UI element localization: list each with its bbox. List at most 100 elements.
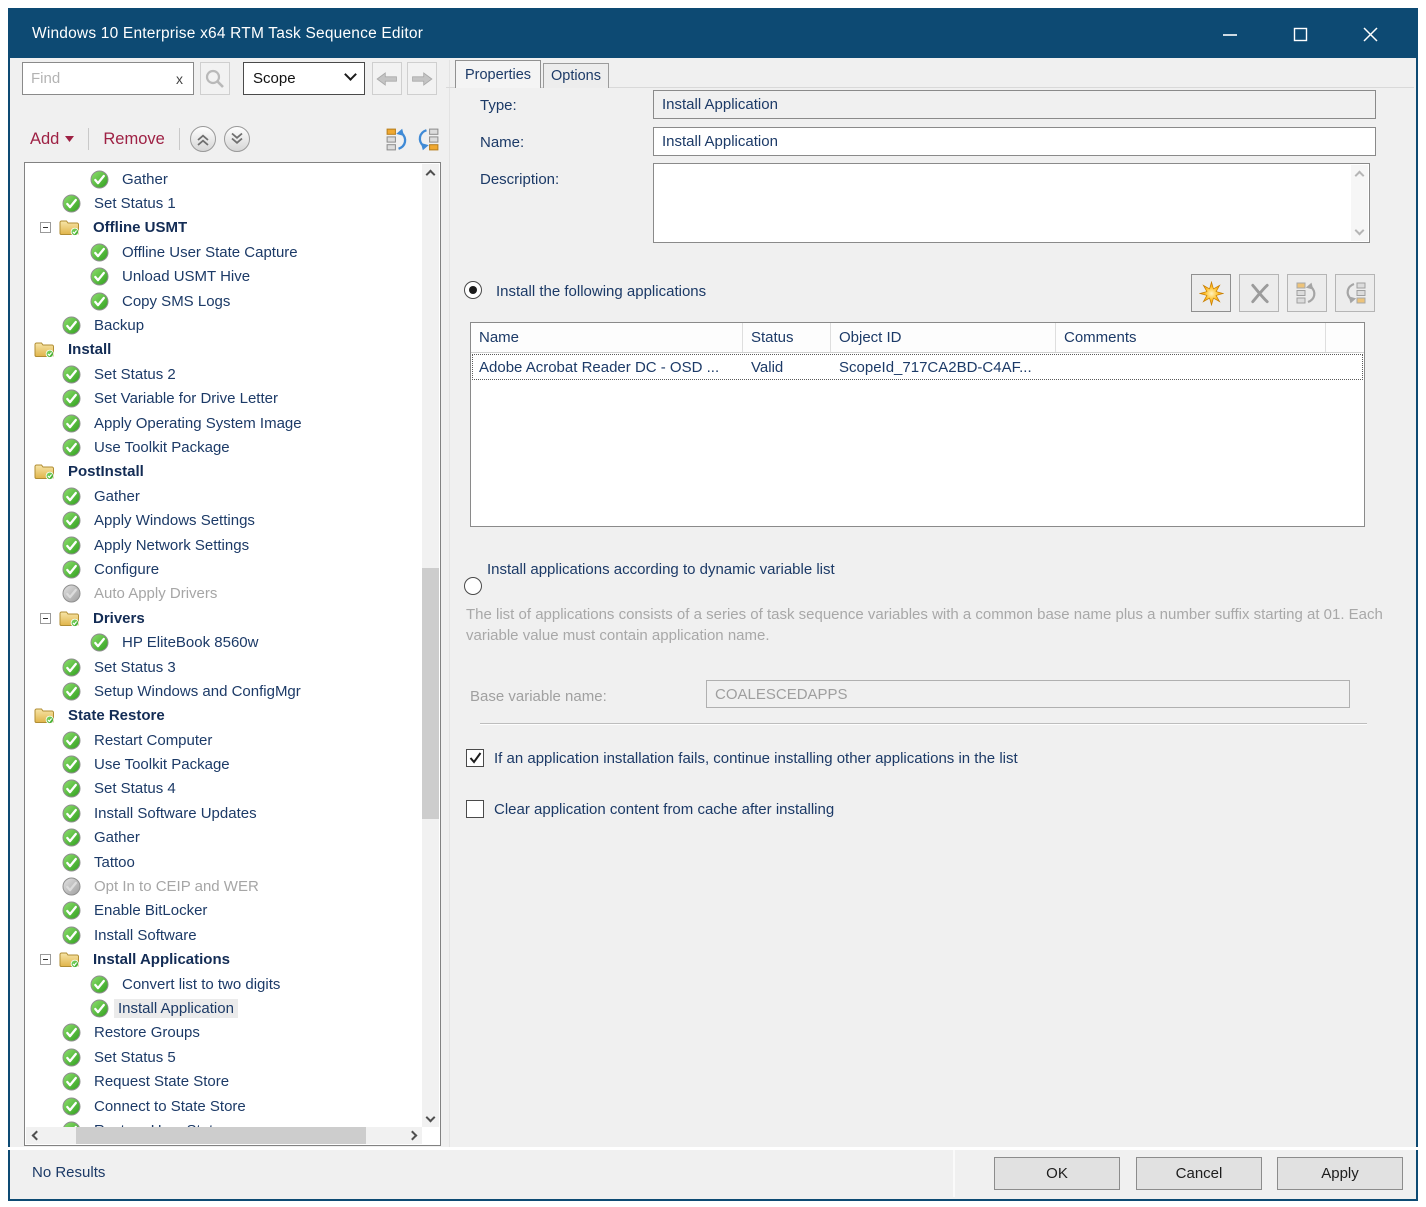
- delete-application-button[interactable]: [1239, 274, 1279, 312]
- tree-item[interactable]: State Restore: [26, 704, 422, 728]
- tree-item[interactable]: Restore Groups: [26, 1021, 422, 1045]
- name-input[interactable]: Install Application: [653, 127, 1376, 156]
- tree-item[interactable]: Set Status 2: [26, 362, 422, 386]
- checkbox-clear-cache[interactable]: [466, 800, 484, 818]
- maximize-button[interactable]: [1280, 17, 1320, 51]
- description-textarea[interactable]: [653, 163, 1370, 243]
- tree-item[interactable]: HP EliteBook 8560w: [26, 630, 422, 654]
- tree-item[interactable]: Install: [26, 338, 422, 362]
- tree-item[interactable]: Backup: [26, 313, 422, 337]
- application-row[interactable]: Adobe Acrobat Reader DC - OSD ...ValidSc…: [472, 354, 1363, 380]
- folder-check-icon: [34, 463, 55, 480]
- tree-item[interactable]: Convert list to two digits: [26, 972, 422, 996]
- tree-item[interactable]: Copy SMS Logs: [26, 289, 422, 313]
- tree-item[interactable]: Unload USMT Hive: [26, 265, 422, 289]
- tree-item[interactable]: Request State Store: [26, 1069, 422, 1093]
- move-step-down-button[interactable]: [412, 124, 442, 154]
- tree-item[interactable]: Opt In to CEIP and WER: [26, 874, 422, 898]
- move-up-icon: [384, 126, 411, 153]
- folder-check-icon: [59, 219, 80, 236]
- cancel-button[interactable]: Cancel: [1136, 1157, 1262, 1190]
- tree-item[interactable]: Drivers: [26, 606, 422, 630]
- scroll-up-arrow[interactable]: [422, 164, 439, 181]
- check-circle-icon: [62, 1072, 81, 1091]
- tree-item[interactable]: Set Variable for Drive Letter: [26, 387, 422, 411]
- scroll-left-arrow[interactable]: [26, 1127, 43, 1144]
- column-header-name[interactable]: Name: [471, 323, 743, 352]
- tree-item[interactable]: PostInstall: [26, 460, 422, 484]
- find-next-button[interactable]: [407, 62, 437, 95]
- minimize-button[interactable]: [1210, 17, 1250, 51]
- radio-install-applications[interactable]: [464, 281, 482, 299]
- tree-item[interactable]: Set Status 1: [26, 191, 422, 215]
- scope-selected-value: Scope: [253, 70, 296, 87]
- tree-expander-minus[interactable]: [40, 613, 51, 624]
- tree-item[interactable]: Gather: [26, 826, 422, 850]
- tree-item[interactable]: Install Software Updates: [26, 801, 422, 825]
- type-field[interactable]: Install Application: [653, 90, 1376, 119]
- scroll-down-arrow[interactable]: [1355, 226, 1365, 236]
- search-button[interactable]: [200, 62, 230, 95]
- column-header-object-id[interactable]: Object ID: [831, 323, 1056, 352]
- tree-item[interactable]: Gather: [26, 167, 422, 191]
- remove-button[interactable]: Remove: [95, 130, 172, 149]
- tree-item[interactable]: Apply Operating System Image: [26, 411, 422, 435]
- tree-horizontal-scrollbar[interactable]: [26, 1127, 422, 1144]
- apply-button[interactable]: Apply: [1277, 1157, 1403, 1190]
- new-application-button[interactable]: [1191, 274, 1231, 312]
- ok-button[interactable]: OK: [994, 1157, 1120, 1190]
- tree-item[interactable]: Enable BitLocker: [26, 899, 422, 923]
- application-move-up-button[interactable]: [1287, 274, 1327, 312]
- tree-item[interactable]: Apply Windows Settings: [26, 508, 422, 532]
- scroll-right-arrow[interactable]: [405, 1127, 422, 1144]
- tree-item[interactable]: Install Applications: [26, 948, 422, 972]
- tree-item[interactable]: Install Software: [26, 923, 422, 947]
- base-variable-name-input[interactable]: COALESCEDAPPS: [706, 680, 1350, 708]
- check-circle-icon: [62, 389, 81, 408]
- clear-search-button[interactable]: x: [174, 71, 185, 87]
- tree-item[interactable]: Auto Apply Drivers: [26, 582, 422, 606]
- tree-item[interactable]: Configure: [26, 557, 422, 581]
- scroll-down-arrow[interactable]: [422, 1110, 439, 1127]
- expand-all-button[interactable]: [223, 125, 251, 153]
- collapse-all-button[interactable]: [189, 125, 217, 153]
- tree-item[interactable]: Offline User State Capture: [26, 240, 422, 264]
- tree-item[interactable]: Use Toolkit Package: [26, 752, 422, 776]
- move-step-up-button[interactable]: [382, 124, 412, 154]
- scope-select[interactable]: Scope: [243, 62, 365, 95]
- tree-vertical-scrollbar[interactable]: [422, 164, 439, 1127]
- check-circle-icon: [62, 755, 81, 774]
- tree-expander-minus[interactable]: [40, 954, 51, 965]
- tree-item[interactable]: Use Toolkit Package: [26, 435, 422, 459]
- vertical-scrollbar-thumb[interactable]: [422, 568, 439, 818]
- description-scrollbar[interactable]: [1351, 165, 1368, 241]
- checkbox-continue-on-fail[interactable]: [466, 749, 484, 767]
- tree-item[interactable]: Set Status 4: [26, 777, 422, 801]
- column-header-comments[interactable]: Comments: [1056, 323, 1326, 352]
- application-move-down-button[interactable]: [1335, 274, 1375, 312]
- tree-item[interactable]: Restore User State: [26, 1118, 422, 1127]
- tab-properties[interactable]: Properties: [455, 60, 541, 88]
- close-button[interactable]: [1350, 17, 1390, 51]
- tree-item-label: Backup: [90, 316, 148, 335]
- tree-item[interactable]: Set Status 5: [26, 1045, 422, 1069]
- tree-item[interactable]: Gather: [26, 484, 422, 508]
- tab-options[interactable]: Options: [543, 63, 609, 88]
- add-button[interactable]: Add: [22, 130, 82, 149]
- horizontal-scrollbar-thumb[interactable]: [76, 1127, 366, 1144]
- tree-item[interactable]: Connect to State Store: [26, 1094, 422, 1118]
- tree-item[interactable]: Restart Computer: [26, 728, 422, 752]
- scroll-up-arrow[interactable]: [1355, 171, 1365, 181]
- tree-item[interactable]: Setup Windows and ConfigMgr: [26, 679, 422, 703]
- tree-item[interactable]: Apply Network Settings: [26, 533, 422, 557]
- column-header-status[interactable]: Status: [743, 323, 831, 352]
- search-input[interactable]: Find x: [22, 62, 194, 95]
- tree-item[interactable]: Set Status 3: [26, 655, 422, 679]
- tree-expander-minus[interactable]: [40, 222, 51, 233]
- tree-item[interactable]: Tattoo: [26, 850, 422, 874]
- tree-item[interactable]: Offline USMT: [26, 216, 422, 240]
- radio-dynamic-variable-list[interactable]: [464, 577, 482, 595]
- tree-item[interactable]: Install Application: [26, 996, 422, 1020]
- find-previous-button[interactable]: [372, 62, 402, 95]
- tree-item-label: Restore Groups: [90, 1023, 204, 1042]
